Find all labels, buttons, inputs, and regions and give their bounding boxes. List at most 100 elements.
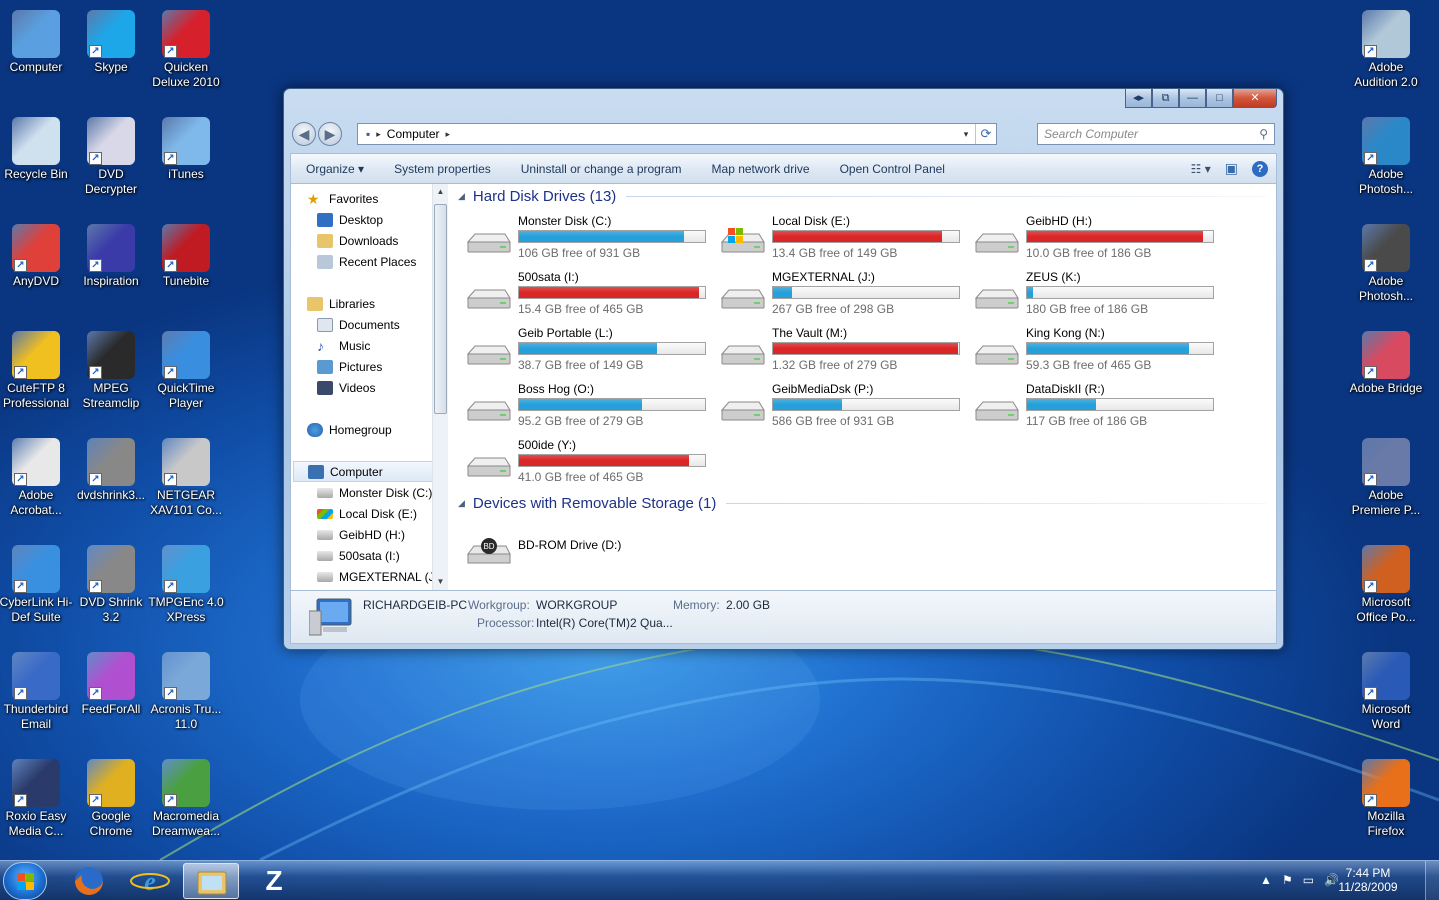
desktop-icon-netgear[interactable]: ↗ NETGEAR XAV101 Co... [148,438,224,518]
drive-tile[interactable]: Boss Hog (O:) 95.2 GB free of 279 GB [466,382,720,438]
navigation-scrollbar[interactable]: ▲ ▼ [432,184,448,590]
map-network-drive-button[interactable]: Map network drive [697,162,825,176]
drive-bd-rom[interactable]: BD BD-ROM Drive (D:) [466,524,720,580]
nav-libraries[interactable]: Libraries [307,293,447,314]
desktop-icon-word[interactable]: ↗ Microsoft Word [1348,652,1424,732]
system-properties-button[interactable]: System properties [379,162,506,176]
drive-tile[interactable]: King Kong (N:) 59.3 GB free of 465 GB [974,326,1228,382]
drive-tile[interactable]: MGEXTERNAL (J:) 267 GB free of 298 GB [720,270,974,326]
drive-tile[interactable]: 500sata (I:) 15.4 GB free of 465 GB [466,270,720,326]
nav-drive-item[interactable]: 500sata (I:) [317,545,447,566]
drive-tile[interactable]: The Vault (M:) 1.32 GB free of 279 GB [720,326,974,382]
drive-tile[interactable]: Geib Portable (L:) 38.7 GB free of 149 GB [466,326,720,382]
nav-drive-item[interactable]: Monster Disk (C:) [317,482,447,503]
breadcrumb-separator-icon[interactable]: ▸ [376,129,381,140]
scroll-thumb[interactable] [434,204,447,414]
nav-recent-places[interactable]: Recent Places [317,251,447,272]
nav-drive-item[interactable]: MGEXTERNAL (J:) [317,566,447,587]
clock[interactable]: 7:44 PM 11/28/2009 [1337,861,1399,900]
desktop-icon-itunes[interactable]: ↗ iTunes [148,117,224,182]
desktop-icon-adobe-bridge[interactable]: ↗ Adobe Bridge [1348,331,1424,396]
breadcrumb-chevron-icon[interactable]: ▸ [445,129,450,140]
change-view-icon[interactable]: ☷ ▾ [1191,162,1211,176]
nav-downloads[interactable]: Downloads [317,230,447,251]
desktop-icon-firefox[interactable]: ↗ Mozilla Firefox [1348,759,1424,839]
scroll-down-icon[interactable]: ▼ [433,574,448,590]
desktop-icon-quicken[interactable]: ↗ Quicken Deluxe 2010 [148,10,224,90]
desktop-icon-cuteftp[interactable]: ↗ CuteFTP 8 Professional [0,331,74,411]
close-button[interactable]: ✕ [1233,89,1277,108]
forward-button[interactable]: ▶ [318,122,342,146]
nav-drive-item[interactable]: GeibHD (H:) [317,524,447,545]
back-button[interactable]: ◀ [292,122,316,146]
desktop-icon-adobe-acrobat[interactable]: ↗ Adobe Acrobat... [0,438,74,518]
switch-window-button[interactable]: ◂▸ [1125,89,1152,108]
collapse-arrow-icon[interactable]: ◢ [458,498,465,509]
nav-drive-item[interactable]: Local Disk (E:) [317,503,447,524]
drive-tile[interactable]: Monster Disk (C:) 106 GB free of 931 GB [466,214,720,270]
help-icon[interactable]: ? [1252,160,1268,177]
desktop-icon-recycle-bin[interactable]: Recycle Bin [0,117,74,182]
desktop-icon-mpeg-streamclip[interactable]: ↗ MPEG Streamclip [73,331,149,411]
desktop-icon-quicktime[interactable]: ↗ QuickTime Player [148,331,224,411]
taskbar-windows-explorer[interactable] [183,863,239,899]
group-hard-disk-drives[interactable]: ◢ Hard Disk Drives (13) [458,188,1267,205]
organize-menu[interactable]: Organize ▾ [291,162,379,176]
search-icon[interactable]: ⚲ [1259,124,1268,144]
collapse-arrow-icon[interactable]: ◢ [458,191,465,202]
desktop-icon-dreamweaver[interactable]: ↗ Macromedia Dreamwea... [148,759,224,839]
address-dropdown-icon[interactable]: ▾ [958,124,974,144]
minimize-button[interactable]: — [1179,89,1206,108]
preview-pane-icon[interactable]: ▣ [1225,160,1238,177]
drive-tile[interactable]: Local Disk (E:) 13.4 GB free of 149 GB [720,214,974,270]
desktop-icon-feedforall[interactable]: ↗ FeedForAll [73,652,149,717]
nav-desktop[interactable]: Desktop [317,209,447,230]
desktop-icon-chrome[interactable]: ↗ Google Chrome [73,759,149,839]
desktop-icon-tunebite[interactable]: ↗ Tunebite [148,224,224,289]
drive-tile[interactable]: GeibMediaDsk (P:) 586 GB free of 931 GB [720,382,974,438]
search-input[interactable]: Search Computer ⚲ [1037,123,1275,145]
nav-pictures[interactable]: Pictures [317,356,447,377]
taskbar-internet-explorer[interactable]: e [122,863,178,899]
desktop-icon-tmpgenc[interactable]: ↗ TMPGEnc 4.0 XPress [148,545,224,625]
nav-videos[interactable]: Videos [317,377,447,398]
maximize-button[interactable]: □ [1206,89,1233,108]
taskbar-z-app[interactable]: Z [246,863,302,899]
desktop-icon-roxio[interactable]: ↗ Roxio Easy Media C... [0,759,74,839]
nav-documents[interactable]: Documents [317,314,447,335]
refresh-icon[interactable]: ⟳ [975,124,996,144]
drive-tile[interactable]: 500ide (Y:) 41.0 GB free of 465 GB [466,438,720,494]
network-icon[interactable]: ▭ [1303,873,1314,887]
desktop-icon-adobe-audition[interactable]: ↗ Adobe Audition 2.0 [1348,10,1424,90]
group-removable-storage[interactable]: ◢ Devices with Removable Storage (1) [458,495,1267,512]
desktop-icon-acronis[interactable]: ↗ Acronis Tru... 11.0 [148,652,224,732]
nav-homegroup[interactable]: Homegroup [307,419,447,440]
start-button[interactable] [3,862,47,900]
scroll-up-icon[interactable]: ▲ [433,184,448,200]
nav-music[interactable]: ♪ Music [317,335,447,356]
drive-tile[interactable]: ZEUS (K:) 180 GB free of 186 GB [974,270,1228,326]
drive-tile[interactable]: GeibHD (H:) 10.0 GB free of 186 GB [974,214,1228,270]
desktop-icon-adobe-photoshop[interactable]: ↗ Adobe Photosh... [1348,117,1424,197]
nav-computer[interactable]: Computer [293,461,434,482]
snap-window-button[interactable]: ⧉ [1152,89,1179,108]
desktop-icon-adobe-lightroom[interactable]: ↗ Adobe Photosh... [1348,224,1424,304]
desktop-icon-powerpoint[interactable]: ↗ Microsoft Office Po... [1348,545,1424,625]
open-control-panel-button[interactable]: Open Control Panel [825,162,960,176]
computer-explorer-window[interactable]: ◂▸ ⧉ — □ ✕ ◀ ▶ ▪ ▸ Computer ▸ ▾ ⟳ Search… [283,88,1284,650]
show-desktop-button[interactable] [1425,861,1439,900]
drive-tile[interactable]: DataDiskII (R:) 117 GB free of 186 GB [974,382,1228,438]
desktop-icon-adobe-premiere[interactable]: ↗ Adobe Premiere P... [1348,438,1424,518]
desktop-icon-computer[interactable]: Computer [0,10,74,75]
desktop-icon-dvd-shrink[interactable]: ↗ DVD Shrink 3.2 [73,545,149,625]
nav-favorites[interactable]: ★ Favorites [307,188,447,209]
taskbar-firefox[interactable] [62,863,118,899]
desktop-icon-cyberlink[interactable]: ↗ CyberLink Hi-Def Suite [0,545,74,625]
address-bar[interactable]: ▪ ▸ Computer ▸ ▾ ⟳ [357,123,997,145]
show-hidden-icons-icon[interactable]: ▲ [1260,873,1272,887]
desktop-icon-dvdshrink[interactable]: ↗ dvdshrink3... [73,438,149,503]
action-center-icon[interactable]: ⚑ [1282,873,1293,887]
desktop-icon-anydvd[interactable]: ↗ AnyDVD [0,224,74,289]
desktop-icon-inspiration[interactable]: ↗ Inspiration [73,224,149,289]
breadcrumb-computer[interactable]: Computer [387,127,440,141]
